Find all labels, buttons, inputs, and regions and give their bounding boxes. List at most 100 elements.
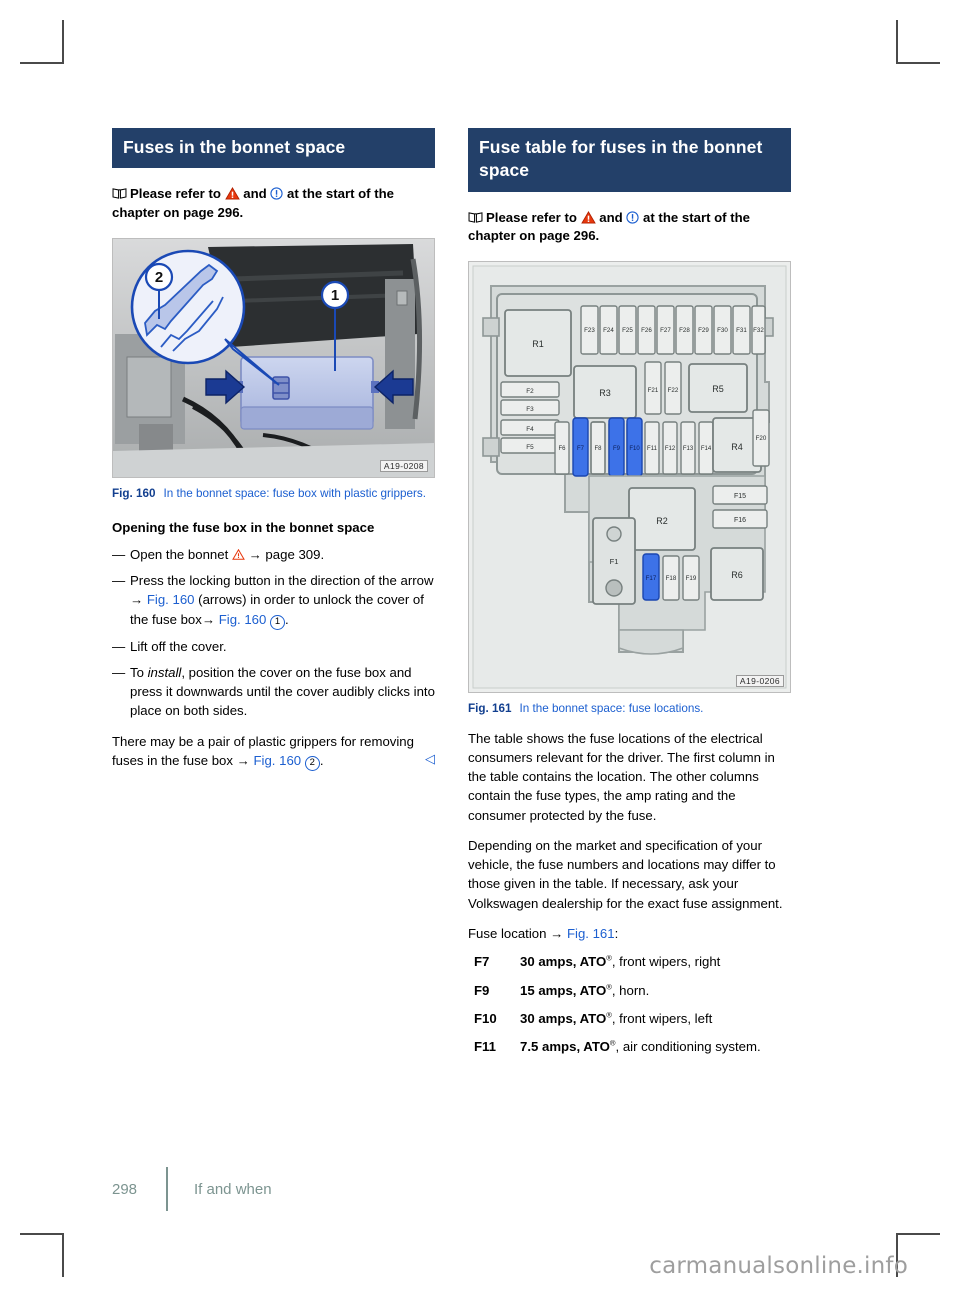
svg-text:F29: F29 — [698, 327, 709, 334]
right-paragraph-1: The table shows the fuse locations of th… — [468, 730, 775, 823]
svg-text:F32: F32 — [753, 327, 764, 334]
figure-160-code: A19-0208 — [379, 459, 428, 472]
svg-text:F16: F16 — [734, 517, 746, 524]
table-row: F7 30 amps, ATO®, front wipers, right — [468, 952, 791, 971]
end-of-section-mark: ◁ — [425, 751, 435, 767]
list-item: To install, position the cover on the fu… — [112, 663, 435, 721]
left-section-heading: Fuses in the bonnet space — [112, 128, 435, 169]
svg-text:F30: F30 — [717, 327, 728, 334]
left-refer-note: Please refer to and at the start of the … — [112, 185, 435, 222]
svg-text:F19: F19 — [686, 575, 697, 582]
info-exclamation-icon — [270, 187, 284, 200]
fuse-location-pre: Fuse location → — [468, 926, 567, 941]
left-refer-prefix: Please refer to — [130, 186, 221, 202]
svg-text:F28: F28 — [679, 327, 690, 334]
svg-text:F17: F17 — [646, 575, 657, 582]
right-refer-middle: and — [599, 209, 623, 225]
svg-text:F20: F20 — [756, 435, 767, 442]
left-refer-middle: and — [243, 186, 267, 202]
svg-text:F6: F6 — [558, 446, 566, 452]
page-number: 298 — [112, 1180, 138, 1198]
fuse-consumer: , front wipers, left — [611, 1010, 713, 1026]
opening-steps-list: Open the bonnet → page 309. Press the lo… — [112, 545, 435, 721]
svg-text:F18: F18 — [666, 575, 677, 582]
fuse-table: F7 30 amps, ATO®, front wipers, right F9… — [468, 952, 791, 1056]
fuse-rating: 7.5 amps, ATO — [520, 1039, 610, 1055]
svg-text:F3: F3 — [526, 406, 534, 413]
svg-text:F1: F1 — [610, 557, 619, 566]
info-exclamation-icon — [626, 210, 640, 224]
svg-text:F9: F9 — [613, 446, 621, 452]
right-paragraph-2: Depending on the market and specificatio… — [468, 837, 783, 911]
right-refer-note: Please refer to and at the start of the … — [468, 209, 791, 246]
fuse-consumer: , horn. — [611, 982, 650, 998]
figure-161-caption-text: In the bonnet space: fuse locations. — [519, 702, 704, 715]
closing-post: . — [319, 752, 324, 768]
fuse-id: F7 — [474, 954, 490, 970]
book-icon — [112, 186, 127, 199]
figure-160-label: Fig. 160 — [112, 486, 156, 500]
figure-160: 2 1 A19-0208 Fig. 160 In the bonnet space… — [112, 237, 435, 503]
figure-161-code: A19-0206 — [735, 675, 784, 687]
table-row: F11 7.5 amps, ATO®, air conditioning sys… — [468, 1037, 791, 1056]
table-row: F9 15 amps, ATO®, horn. — [468, 981, 791, 1000]
svg-text:R4: R4 — [731, 442, 743, 452]
left-subheading: Opening the fuse box in the bonnet space — [112, 520, 375, 536]
callout-ref-2: 2 — [304, 755, 320, 771]
fuse-description: 30 amps, ATO®, front wipers, left — [520, 1009, 791, 1028]
svg-text:R5: R5 — [712, 384, 724, 394]
step-3-text: Lift off the cover. — [130, 638, 227, 654]
svg-text:F2: F2 — [526, 388, 534, 395]
svg-text:2: 2 — [155, 269, 163, 286]
svg-text:F22: F22 — [668, 387, 679, 394]
svg-text:F11: F11 — [647, 446, 658, 452]
xref-fig-161[interactable]: Fig. 161 — [567, 926, 615, 941]
step-1-text-b: → page 309. — [244, 546, 325, 562]
svg-text:F23: F23 — [584, 327, 595, 334]
list-item: Lift off the cover. — [112, 637, 435, 657]
svg-text:F14: F14 — [701, 446, 712, 452]
fuse-rating: 30 amps, ATO — [520, 954, 607, 970]
svg-text:F13: F13 — [683, 446, 694, 452]
footer-section-name: If and when — [194, 1180, 272, 1198]
svg-text:F21: F21 — [648, 387, 659, 394]
crop-mark-top-left — [20, 20, 64, 64]
page-footer: 298 If and when — [112, 1167, 272, 1211]
figure-160-caption: Fig. 160 In the bonnet space: fuse box wi… — [112, 486, 435, 503]
svg-text:F4: F4 — [526, 426, 534, 433]
figure-161-label: Fig. 161 — [468, 702, 512, 715]
xref-fig-160[interactable]: Fig. 160 — [219, 612, 267, 627]
fuse-rating: 15 amps, ATO — [520, 982, 607, 998]
fuse-description: 15 amps, ATO®, horn. — [520, 981, 791, 1000]
fuse-id: F10 — [474, 1010, 497, 1026]
fuse-rating: 30 amps, ATO — [520, 1010, 607, 1026]
footer-divider — [166, 1167, 168, 1211]
crop-mark-bottom-left — [20, 1233, 64, 1277]
crop-mark-top-right — [896, 20, 940, 64]
list-item: Press the locking button in the directio… — [112, 571, 435, 630]
warning-triangle-icon — [580, 210, 596, 224]
callout-ref-1: 1 — [270, 614, 286, 630]
svg-text:R2: R2 — [656, 516, 668, 526]
figure-160-caption-text: In the bonnet space: fuse box with plast… — [163, 486, 427, 500]
figure-161: R1 F23 F24 F25 F26 F27 F28 F29 F30 F31 F… — [468, 261, 791, 718]
fuse-location-post: : — [614, 926, 619, 941]
svg-text:F10: F10 — [629, 446, 640, 452]
svg-text:F12: F12 — [665, 446, 676, 452]
step-4-text-a: To — [130, 664, 148, 680]
fuse-description: 7.5 amps, ATO®, air conditioning system. — [520, 1037, 791, 1056]
svg-text:1: 1 — [331, 287, 339, 304]
svg-text:F15: F15 — [734, 493, 746, 500]
xref-fig-160[interactable]: Fig. 160 — [147, 592, 195, 607]
svg-text:R1: R1 — [532, 339, 544, 349]
left-column: Fuses in the bonnet space Please refer t… — [112, 128, 435, 771]
warning-triangle-icon — [232, 546, 245, 560]
figure-160-image: 2 1 A19-0208 — [112, 237, 435, 478]
right-section-heading: Fuse table for fuses in the bonnet space — [468, 128, 791, 192]
svg-text:F25: F25 — [622, 327, 633, 334]
xref-fig-160[interactable]: Fig. 160 — [253, 753, 301, 768]
step-4-emphasis: install — [147, 664, 182, 680]
step-2-text-c: . — [285, 611, 289, 627]
fuse-description: 30 amps, ATO®, front wipers, right — [520, 952, 791, 971]
svg-text:F5: F5 — [526, 444, 534, 451]
